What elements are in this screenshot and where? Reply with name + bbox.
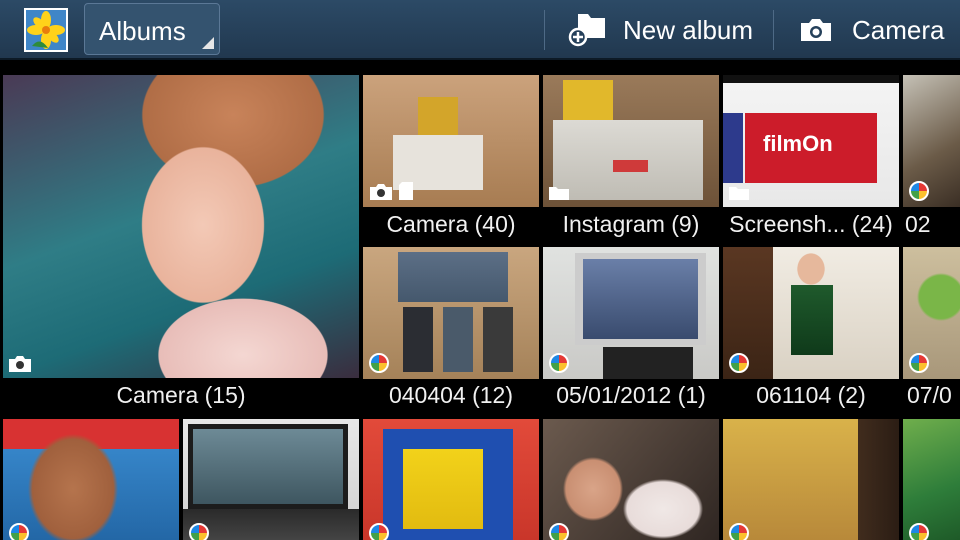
album-caption: 02 [905, 211, 931, 237]
album-tile[interactable] [723, 247, 899, 379]
album-caption: 061104 (2) [756, 382, 866, 408]
album-tile[interactable] [3, 75, 359, 378]
picasa-icon [189, 523, 209, 540]
camera-icon [370, 184, 392, 200]
sd-card-icon [399, 182, 413, 200]
picasa-icon [9, 523, 29, 540]
album-tile[interactable]: filmOn [723, 75, 899, 207]
dropdown-corner-icon [202, 37, 214, 49]
album-caption: 05/01/2012 (1) [556, 382, 706, 408]
albums-dropdown[interactable]: Albums [84, 3, 220, 55]
album-grid: Camera (15) Camera (40) Instagram (9) fi… [0, 60, 960, 540]
album-tile[interactable] [903, 247, 960, 379]
album-thumbnail [3, 419, 179, 540]
album-thumbnail [363, 419, 539, 540]
picasa-icon [549, 353, 569, 373]
album-tile[interactable] [363, 419, 539, 540]
picasa-icon [369, 353, 389, 373]
album-tile[interactable] [183, 419, 359, 540]
album-thumbnail [903, 419, 960, 540]
picasa-icon [369, 523, 389, 540]
action-divider [773, 10, 774, 50]
picasa-icon [729, 523, 749, 540]
album-caption: Screensh... (24) [729, 211, 893, 237]
folder-icon [729, 187, 749, 200]
album-caption: Camera (15) [116, 382, 246, 408]
picasa-icon [549, 523, 569, 540]
album-thumbnail [543, 419, 719, 540]
album-tile[interactable] [543, 75, 719, 207]
album-tile[interactable] [543, 419, 719, 540]
gallery-app-icon[interactable] [24, 8, 68, 52]
album-tile[interactable] [363, 247, 539, 379]
action-bar: Albums New album Camera [0, 0, 960, 60]
picasa-icon [909, 353, 929, 373]
album-caption: Instagram (9) [562, 211, 700, 237]
camera-icon [801, 19, 831, 41]
albums-dropdown-label: Albums [99, 16, 186, 46]
new-album-label: New album [623, 15, 754, 45]
camera-icon [9, 356, 31, 372]
album-thumbnail [363, 247, 539, 379]
picasa-icon [729, 353, 749, 373]
album-thumbnail [183, 419, 359, 540]
picasa-icon [909, 523, 929, 540]
album-tile[interactable] [3, 419, 179, 540]
album-thumbnail [723, 419, 899, 540]
thumbnail-artwork: filmOn [763, 131, 833, 156]
album-thumbnail [543, 247, 719, 379]
album-tile[interactable] [903, 75, 960, 207]
camera-label: Camera [852, 15, 945, 45]
album-caption: 07/0 [907, 382, 952, 408]
new-album-button[interactable]: New album [546, 0, 772, 60]
album-caption: Camera (40) [386, 211, 516, 237]
album-thumbnail [3, 75, 359, 378]
album-tile[interactable] [543, 247, 719, 379]
album-caption: 040404 (12) [388, 382, 514, 408]
album-tile[interactable] [363, 75, 539, 207]
folder-icon [549, 187, 569, 200]
picasa-icon [909, 181, 929, 201]
camera-button[interactable]: Camera [775, 0, 960, 60]
action-divider [544, 10, 545, 50]
new-folder-icon [568, 14, 605, 47]
album-thumbnail [723, 247, 899, 379]
album-tile[interactable] [903, 419, 960, 540]
album-tile[interactable] [723, 419, 899, 540]
